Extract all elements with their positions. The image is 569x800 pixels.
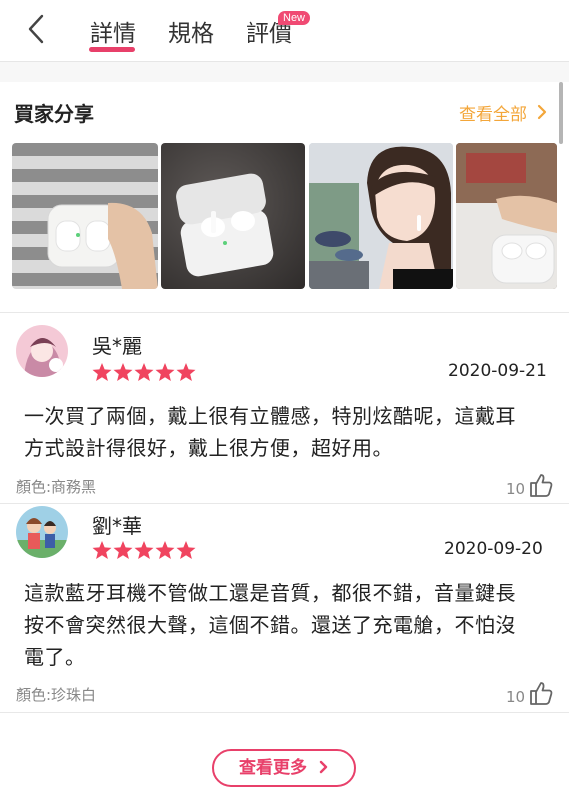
view-more-label: 查看更多 bbox=[239, 758, 308, 778]
tab-details[interactable]: 詳情 bbox=[90, 14, 136, 48]
buyer-photo-2[interactable] bbox=[161, 143, 305, 289]
avatar[interactable] bbox=[16, 325, 68, 377]
active-tab-indicator bbox=[89, 47, 135, 52]
like-count: 10 bbox=[506, 688, 526, 706]
star-icon bbox=[176, 541, 196, 559]
buyer-photo-1[interactable] bbox=[12, 143, 158, 289]
variant-label: 顏色:商務黑 bbox=[16, 478, 97, 496]
star-icon bbox=[113, 363, 133, 381]
section-divider bbox=[0, 312, 569, 313]
thumbs-up-icon[interactable] bbox=[528, 680, 554, 706]
top-nav-bar: 詳情 規格 評價 New bbox=[0, 0, 569, 62]
review-divider bbox=[0, 503, 569, 504]
star-icon bbox=[134, 363, 154, 381]
star-icon bbox=[155, 541, 175, 559]
reviewer-name: 劉*華 bbox=[92, 514, 142, 538]
tab-specs[interactable]: 規格 bbox=[168, 14, 214, 48]
star-icon bbox=[176, 363, 196, 381]
view-more-button[interactable]: 查看更多 bbox=[212, 749, 356, 787]
reviewer-name: 吳*麗 bbox=[92, 334, 142, 358]
review-date: 2020-09-20 bbox=[444, 539, 543, 559]
star-icon bbox=[134, 541, 154, 559]
review-text-line: 電了。 bbox=[24, 645, 86, 669]
new-badge: New bbox=[278, 11, 311, 25]
review-date: 2020-09-21 bbox=[448, 361, 547, 381]
chevron-right-icon[interactable] bbox=[536, 103, 548, 121]
review-text-line: 一次買了兩個，戴上很有立體感，特別炫酷呢，這戴耳 bbox=[24, 404, 516, 428]
review-divider bbox=[0, 712, 569, 713]
buyer-share-title: 買家分享 bbox=[14, 102, 94, 126]
star-icon bbox=[92, 363, 112, 381]
back-arrow-icon[interactable] bbox=[22, 12, 52, 46]
section-gap bbox=[0, 62, 569, 82]
variant-label: 顏色:珍珠白 bbox=[16, 686, 97, 704]
thumbs-up-icon[interactable] bbox=[528, 472, 554, 498]
star-rating bbox=[92, 541, 196, 559]
review-text-line: 按不會突然很大聲，這個不錯。還送了充電艙，不怕沒 bbox=[24, 613, 516, 637]
star-icon bbox=[155, 363, 175, 381]
buyer-photo-4[interactable] bbox=[456, 143, 557, 289]
review-text-line: 這款藍牙耳機不管做工還是音質，都很不錯，音量鍵長 bbox=[24, 581, 516, 605]
star-icon bbox=[113, 541, 133, 559]
avatar[interactable] bbox=[16, 506, 68, 558]
like-count: 10 bbox=[506, 480, 526, 498]
star-rating bbox=[92, 363, 196, 381]
star-icon bbox=[92, 541, 112, 559]
scrollbar[interactable] bbox=[559, 82, 563, 144]
chevron-right-icon bbox=[319, 760, 328, 774]
buyer-photo-3[interactable] bbox=[309, 143, 453, 289]
review-text: 這款藍牙耳機不管做工還是音質，都很不錯，音量鍵長 按不會突然很大聲，這個不錯。還… bbox=[24, 577, 544, 673]
view-all-link[interactable]: 查看全部 bbox=[459, 100, 527, 125]
review-text-line: 方式設計得很好，戴上很方便，超好用。 bbox=[24, 436, 393, 460]
review-text: 一次買了兩個，戴上很有立體感，特別炫酷呢，這戴耳 方式設計得很好，戴上很方便，超… bbox=[24, 400, 544, 464]
